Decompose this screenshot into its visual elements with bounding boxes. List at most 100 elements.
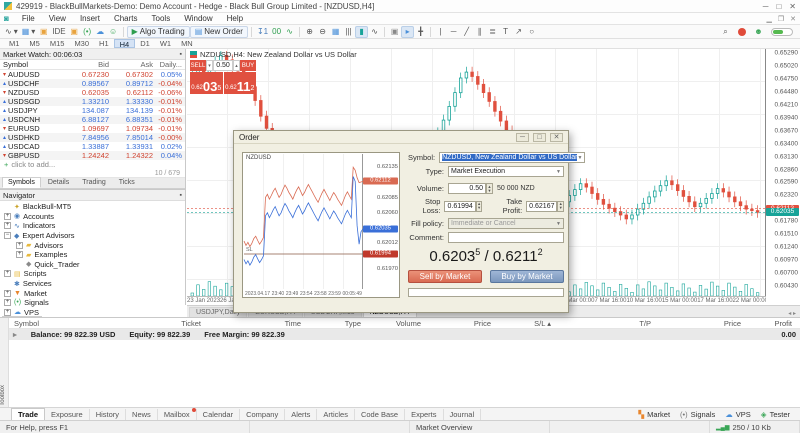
take-profit-input[interactable]: 0.62167 <box>526 201 557 212</box>
volume-up-icon[interactable]: ▴ <box>233 60 240 71</box>
new-chart-button[interactable]: ∿▾ <box>3 26 20 38</box>
tab-ticks[interactable]: Ticks <box>113 177 141 188</box>
market-watch-row[interactable]: ▾EURUSD1.096971.09734-0.01% <box>0 124 185 133</box>
toolbox-tab-calendar[interactable]: Calendar <box>197 409 240 420</box>
market-watch-row[interactable]: ▴USDSGD1.332101.33330-0.01% <box>0 97 185 106</box>
dialog-close-button[interactable]: ✕ <box>550 133 563 142</box>
fibonacci-icon[interactable]: ≣ <box>486 26 499 38</box>
nav-services[interactable]: ✱Services <box>0 279 185 289</box>
community-icon[interactable]: ☺ <box>107 26 120 38</box>
status-profile-text[interactable]: Market Overview <box>410 421 550 433</box>
dialog-minimize-button[interactable]: ─ <box>516 133 529 142</box>
line-chart-icon[interactable]: ∿ <box>368 26 381 38</box>
algo-trading-button[interactable]: ▶Algo Trading <box>127 26 190 38</box>
timeframe-m30[interactable]: M30 <box>69 39 94 48</box>
expand-toggle-icon[interactable]: + <box>4 290 11 297</box>
menu-charts[interactable]: Charts <box>107 14 145 23</box>
chart-tab-scroll-icons[interactable]: ◂ ▸ <box>788 310 798 317</box>
toolbox-vertical-label[interactable]: Toolbox <box>0 385 9 406</box>
nav-examples-folder[interactable]: +▰Examples <box>0 250 185 260</box>
stop-loss-input[interactable]: 0.61994 <box>444 201 475 212</box>
one-click-volume-input[interactable]: 0.50 <box>213 60 233 71</box>
column-header-symbol[interactable]: Symbol <box>9 319 129 328</box>
column-header-ticket[interactable]: Ticket <box>129 319 209 328</box>
signals-icon[interactable]: (•) <box>81 26 94 38</box>
market-cloud-icon[interactable]: ☁ <box>94 26 107 38</box>
chart-profiles-button[interactable]: ▦▾ <box>20 26 38 38</box>
toolbox-tab-company[interactable]: Company <box>240 409 285 420</box>
expand-toggle-icon[interactable]: + <box>4 213 11 220</box>
toolbox-tab-alerts[interactable]: Alerts <box>285 409 317 420</box>
toolbox-tab-experts[interactable]: Experts <box>405 409 443 420</box>
connection-status[interactable]: ▂▄▆ 250 / 10 Kb <box>710 421 800 433</box>
market-watch-add-symbol[interactable]: + click to add... <box>0 160 185 169</box>
grid-icon[interactable]: ▦ <box>329 26 342 38</box>
toolbox-tab-history[interactable]: History <box>90 409 126 420</box>
nav-expert-advisors[interactable]: −◆Expert Advisors <box>0 231 185 241</box>
menu-tools[interactable]: Tools <box>145 14 178 23</box>
navigator-close-icon[interactable]: ▪ <box>180 192 182 199</box>
menu-insert[interactable]: Insert <box>73 14 107 23</box>
camera-icon[interactable]: ▣ <box>388 26 401 38</box>
column-header-price[interactable]: Price <box>659 319 749 328</box>
toolbox-tab-articles[interactable]: Articles <box>317 409 355 420</box>
column-header-sl[interactable]: S/L ▴ <box>499 319 559 328</box>
algo-lock-icon[interactable]: ▣ <box>68 26 81 38</box>
toolbox-tab-code-base[interactable]: Code Base <box>355 409 405 420</box>
volume-input[interactable]: 0.50 <box>448 183 486 194</box>
one-click-sell-button[interactable]: SELL <box>190 60 206 71</box>
metaquotes-icon[interactable]: ▣ <box>37 26 50 38</box>
child-close-button[interactable]: ✕ <box>790 15 796 23</box>
column-header-volume[interactable]: Volume <box>369 319 429 328</box>
nav-account-server[interactable]: ✦BlackBull-MT5 <box>0 202 185 212</box>
market-watch-row[interactable]: ▴USDJPY134.087134.139-0.01% <box>0 106 185 115</box>
nav-market[interactable]: +▼Market <box>0 288 185 298</box>
comment-input[interactable] <box>448 232 564 243</box>
minimize-button[interactable]: ─ <box>763 2 769 11</box>
tab-symbols[interactable]: Symbols <box>2 177 41 188</box>
market-panel-button[interactable]: ▚Market <box>638 410 670 419</box>
child-minimize-button[interactable]: ▁ <box>766 15 771 23</box>
expand-toggle-icon[interactable]: − <box>4 232 11 239</box>
connection-toggle[interactable] <box>771 28 793 36</box>
toolbox-tab-trade[interactable]: Trade <box>11 408 45 421</box>
toolbox-tab-exposure[interactable]: Exposure <box>45 409 90 420</box>
user-icon[interactable]: ☻ <box>752 26 765 38</box>
menu-file[interactable]: File <box>15 14 42 23</box>
timeframe-m5[interactable]: M5 <box>24 39 44 48</box>
dialog-maximize-button[interactable]: □ <box>533 133 546 142</box>
quotes-icon[interactable]: 00 <box>270 26 283 38</box>
column-header-price[interactable]: Price <box>429 319 499 328</box>
channel-icon[interactable]: ∥ <box>473 26 486 38</box>
new-order-button[interactable]: ▤New Order <box>190 26 248 38</box>
nav-signals[interactable]: +(•)Signals <box>0 298 185 308</box>
menu-window[interactable]: Window <box>177 14 219 23</box>
cursor-icon[interactable]: ▸ <box>401 26 414 38</box>
horizontal-line-icon[interactable]: ─ <box>447 26 460 38</box>
notifications-icon[interactable] <box>738 28 746 36</box>
one-click-sell-price[interactable]: 0.62035 <box>190 72 223 94</box>
maximize-button[interactable]: □ <box>776 2 781 11</box>
symbol-select[interactable]: NZDUSD, New Zealand Dollar vs US Dollar … <box>439 152 585 163</box>
vps-panel-button[interactable]: ☁VPS <box>725 410 751 419</box>
child-restore-button[interactable]: ❐ <box>778 15 784 23</box>
order-type-select[interactable]: Market Execution ▼ <box>448 166 564 177</box>
timeframe-m1[interactable]: M1 <box>4 39 24 48</box>
text-icon[interactable]: T <box>499 26 512 38</box>
expand-toggle-icon[interactable]: + <box>4 222 11 229</box>
market-watch-row[interactable]: ▴USDCAD1.338871.339310.02% <box>0 142 185 151</box>
tab-details[interactable]: Details <box>42 177 75 188</box>
crosshair-icon[interactable]: ╋ <box>414 26 427 38</box>
close-button[interactable]: ✕ <box>789 2 796 11</box>
expand-toggle-icon[interactable]: + <box>16 251 23 258</box>
market-watch-row[interactable]: ▴USDHKD7.849567.85014-0.00% <box>0 133 185 142</box>
order-dialog-title-bar[interactable]: Order ─ □ ✕ <box>234 131 568 144</box>
arrows-icon[interactable]: ↗ <box>512 26 525 38</box>
sell-by-market-button[interactable]: Sell by Market <box>408 270 482 283</box>
vertical-line-icon[interactable]: | <box>434 26 447 38</box>
volume-down-icon[interactable]: ▾ <box>206 60 213 71</box>
column-header-tp[interactable]: T/P <box>559 319 659 328</box>
market-watch-row[interactable]: ▴USDCHF0.895670.89712-0.04% <box>0 79 185 88</box>
toolbox-tab-news[interactable]: News <box>126 409 158 420</box>
column-header-type[interactable]: Type <box>309 319 369 328</box>
